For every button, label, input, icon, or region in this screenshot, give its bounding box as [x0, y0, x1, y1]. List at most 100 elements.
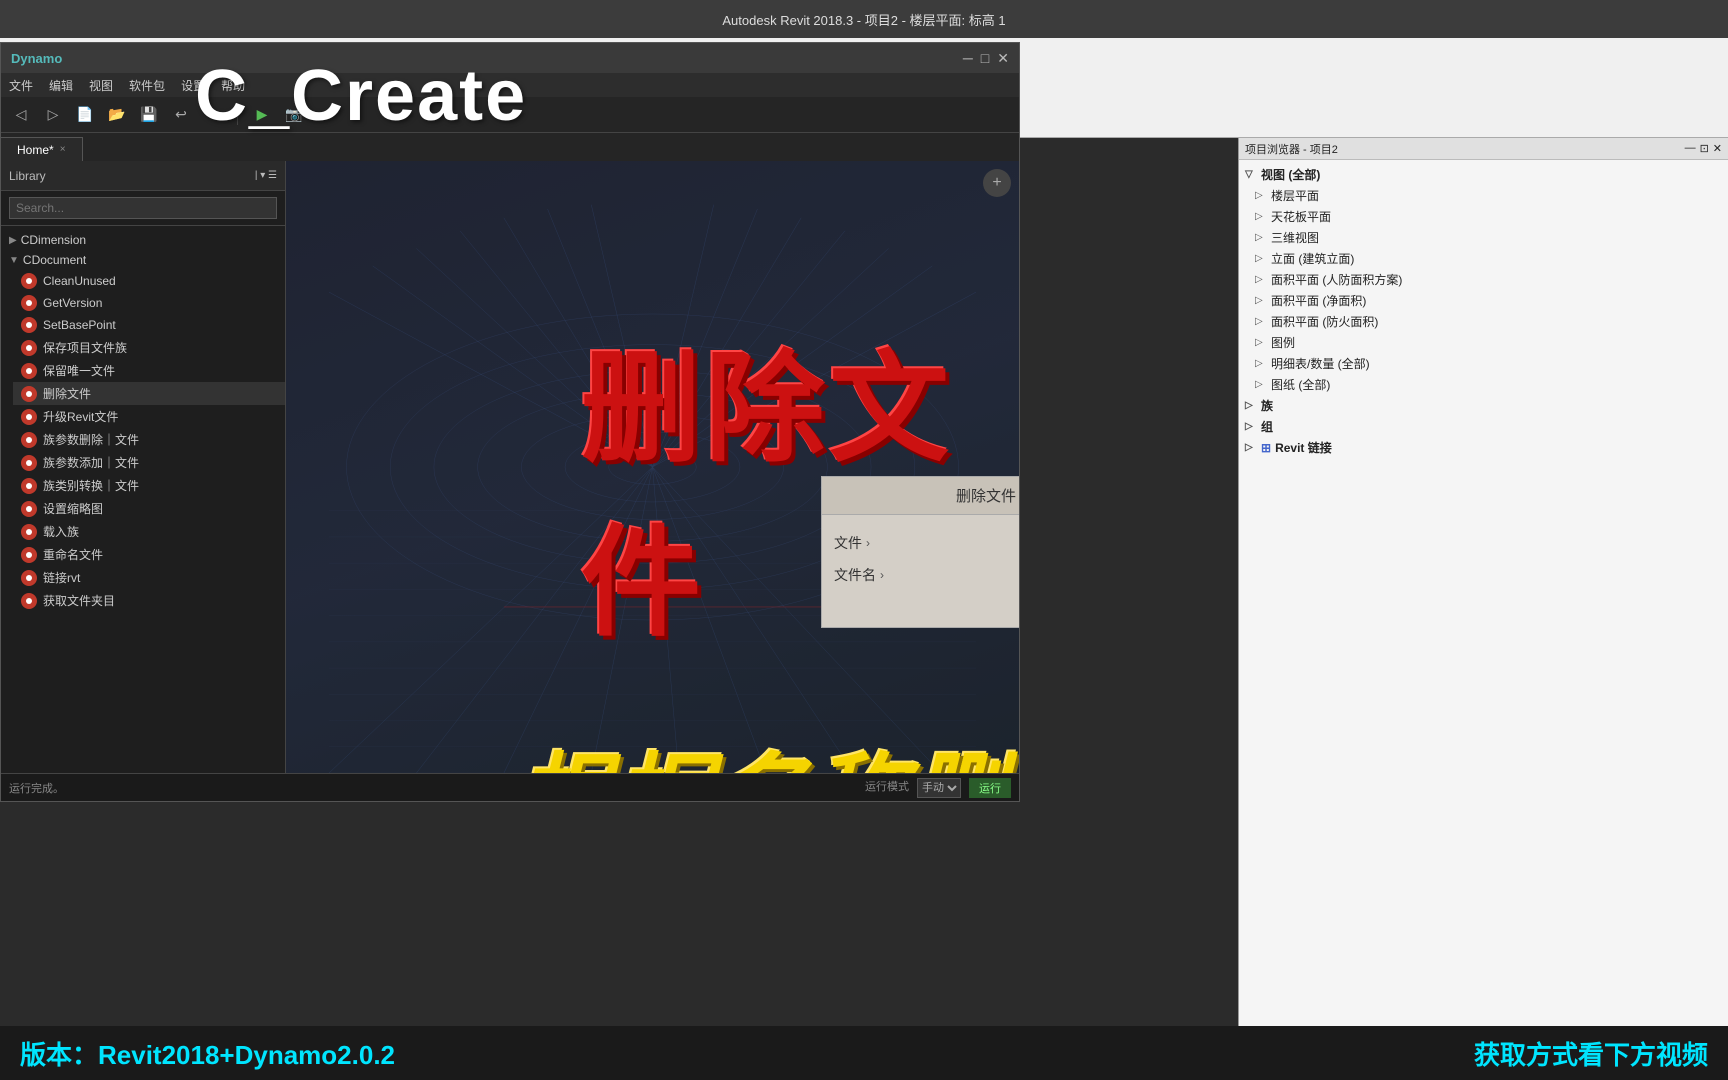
maximize-button[interactable]: □ — [981, 50, 989, 67]
dynamo-body: Library | ▾ ☰ ▶ CDimension ▼ — [1, 161, 1019, 773]
window-controls: ─ □ ✕ — [963, 50, 1009, 67]
legend-label: 图例 — [1271, 334, 1295, 351]
run-mode-select[interactable]: 手动 自动 — [917, 778, 961, 798]
pb-item-revitlinks[interactable]: ▷ ⊞ Revit 链接 — [1239, 437, 1728, 458]
pb-item-3d[interactable]: ▷ 三维视图 — [1239, 227, 1728, 248]
list-item[interactable]: 升级Revit文件 — [13, 405, 285, 428]
pb-item-area1[interactable]: ▷ 面积平面 (人防面积方案) — [1239, 269, 1728, 290]
item-label: 链接rvt — [43, 569, 80, 586]
revitlinks-icon: ⊞ — [1261, 441, 1271, 455]
run-button[interactable]: 运行 — [969, 778, 1011, 798]
list-item[interactable]: 保存项目文件族 — [13, 336, 285, 359]
list-item-delete-file[interactable]: 删除文件 — [13, 382, 285, 405]
legend-arrow-icon: ▷ — [1255, 337, 1267, 348]
status-text: 运行完成。 — [9, 780, 853, 796]
pb-item-ceiling[interactable]: ▷ 天花板平面 — [1239, 206, 1728, 227]
area3-label: 面积平面 (防火面积) — [1271, 313, 1378, 330]
toolbar-save[interactable]: 💾 — [137, 103, 161, 127]
pb-title: 项目浏览器 - 项目2 — [1245, 141, 1338, 157]
list-item[interactable]: 载入族 — [13, 520, 285, 543]
pb-item-legend[interactable]: ▷ 图例 — [1239, 332, 1728, 353]
pb-item-floor-plan[interactable]: ▷ 楼层平面 — [1239, 185, 1728, 206]
list-item[interactable]: 获取文件夹目 — [13, 589, 285, 612]
pb-item-area3[interactable]: ▷ 面积平面 (防火面积) — [1239, 311, 1728, 332]
list-item[interactable]: CleanUnused — [13, 270, 285, 292]
pb-item-elevation[interactable]: ▷ 立面 (建筑立面) — [1239, 248, 1728, 269]
close-button[interactable]: ✕ — [997, 50, 1009, 67]
item-icon — [21, 386, 37, 402]
list-item[interactable]: 重命名文件 — [13, 543, 285, 566]
item-label: 重命名文件 — [43, 546, 103, 563]
version-text: 版本：Revit2018+Dynamo2.0.2 — [20, 1035, 395, 1072]
3d-label: 三维视图 — [1271, 229, 1319, 246]
floor-label: 楼层平面 — [1271, 187, 1319, 204]
list-item[interactable]: GetVersion — [13, 292, 285, 314]
area1-arrow-icon: ▷ — [1255, 274, 1267, 285]
node-popup[interactable]: 删除文件 文件 › 文件名 › 运行提示 — [821, 476, 1019, 628]
tree-group-cdocument-header[interactable]: ▼ CDocument — [1, 250, 285, 270]
pb-item-groups[interactable]: ▷ 组 — [1239, 416, 1728, 437]
toolbar-forward[interactable]: ▷ — [41, 103, 65, 127]
item-icon — [21, 570, 37, 586]
input-arrow2-icon: › — [880, 568, 884, 582]
toolbar-undo[interactable]: ↩ — [169, 103, 193, 127]
menu-edit[interactable]: 编辑 — [49, 77, 73, 94]
schedule-arrow-icon: ▷ — [1255, 358, 1267, 369]
tab-close-button[interactable]: × — [60, 144, 66, 155]
list-item[interactable]: 设置缩略图 — [13, 497, 285, 520]
toolbar-back[interactable]: ◁ — [9, 103, 33, 127]
toolbar-open[interactable]: 📂 — [105, 103, 129, 127]
menu-packages[interactable]: 软件包 — [129, 77, 165, 94]
item-label: 族参数添加｜文件 — [43, 454, 139, 471]
pb-float-icon[interactable]: ⊡ — [1700, 142, 1709, 155]
revitlinks-label: Revit 链接 — [1275, 439, 1332, 456]
library-controls: | ▾ ☰ — [255, 170, 277, 181]
list-item[interactable]: 族参数添加｜文件 — [13, 451, 285, 474]
item-icon — [21, 593, 37, 609]
list-item[interactable]: 保留唯一文件 — [13, 359, 285, 382]
search-input[interactable] — [9, 197, 277, 219]
node-output-hint[interactable]: 运行提示 — [994, 527, 1019, 559]
item-icon — [21, 478, 37, 494]
item-label: 族类别转换｜文件 — [43, 477, 139, 494]
menu-view[interactable]: 视图 — [89, 77, 113, 94]
tree-group-cdimension-header[interactable]: ▶ CDimension — [1, 230, 285, 250]
area3-arrow-icon: ▷ — [1255, 316, 1267, 327]
zoom-button[interactable]: + — [983, 169, 1011, 197]
node-input-filename[interactable]: 文件名 › — [830, 559, 978, 591]
list-item[interactable]: SetBasePoint — [13, 314, 285, 336]
minimize-button[interactable]: ─ — [963, 50, 973, 67]
revit-titlebar: Autodesk Revit 2018.3 - 项目2 - 楼层平面: 标高 1 — [0, 0, 1728, 38]
status-controls: 运行模式 手动 自动 运行 — [865, 778, 1011, 798]
node-outputs: 运行提示 — [986, 523, 1019, 595]
pb-item-views[interactable]: ▽ 视图 (全部) — [1239, 164, 1728, 185]
list-item[interactable]: 族类别转换｜文件 — [13, 474, 285, 497]
run-mode-label: 运行模式 — [865, 778, 909, 798]
node-popup-header: 删除文件 — [822, 477, 1019, 515]
menu-file[interactable]: 文件 — [9, 77, 33, 94]
list-item[interactable]: 链接rvt — [13, 566, 285, 589]
item-icon — [21, 409, 37, 425]
pb-item-area2[interactable]: ▷ 面积平面 (净面积) — [1239, 290, 1728, 311]
dynamo-window: Dynamo ─ □ ✕ 文件 编辑 视图 软件包 设置 帮助 ◁ ▷ 📄 📂 … — [0, 42, 1020, 802]
toolbar-new[interactable]: 📄 — [73, 103, 97, 127]
canvas-area[interactable]: 删除文件 根据名称删除文件 然后这里就是通过文件名去删除的 删除文件 文件 › … — [286, 161, 1019, 773]
pb-item-sheets[interactable]: ▷ 图纸 (全部) — [1239, 374, 1728, 395]
pb-item-schedule[interactable]: ▷ 明细表/数量 (全部) — [1239, 353, 1728, 374]
views-arrow-icon: ▽ — [1245, 169, 1257, 180]
tab-home[interactable]: Home* × — [1, 137, 83, 161]
pb-item-family[interactable]: ▷ 族 — [1239, 395, 1728, 416]
input-arrow-icon: › — [866, 536, 870, 550]
item-label: 保留唯一文件 — [43, 362, 115, 379]
item-label: 删除文件 — [43, 385, 91, 402]
item-label: SetBasePoint — [43, 318, 116, 332]
pb-close-icon[interactable]: ✕ — [1713, 142, 1722, 155]
tab-bar: Home* × — [1, 133, 1019, 161]
run-status: 运行完成。 — [9, 783, 64, 795]
pb-minimize-icon[interactable]: — — [1685, 142, 1696, 155]
list-item[interactable]: 族参数删除｜文件 — [13, 428, 285, 451]
bottom-bar: 版本：Revit2018+Dynamo2.0.2 获取方式看下方视频 — [0, 1026, 1728, 1080]
item-icon — [21, 455, 37, 471]
library-header: Library | ▾ ☰ — [1, 161, 285, 191]
node-input-file[interactable]: 文件 › — [830, 527, 978, 559]
